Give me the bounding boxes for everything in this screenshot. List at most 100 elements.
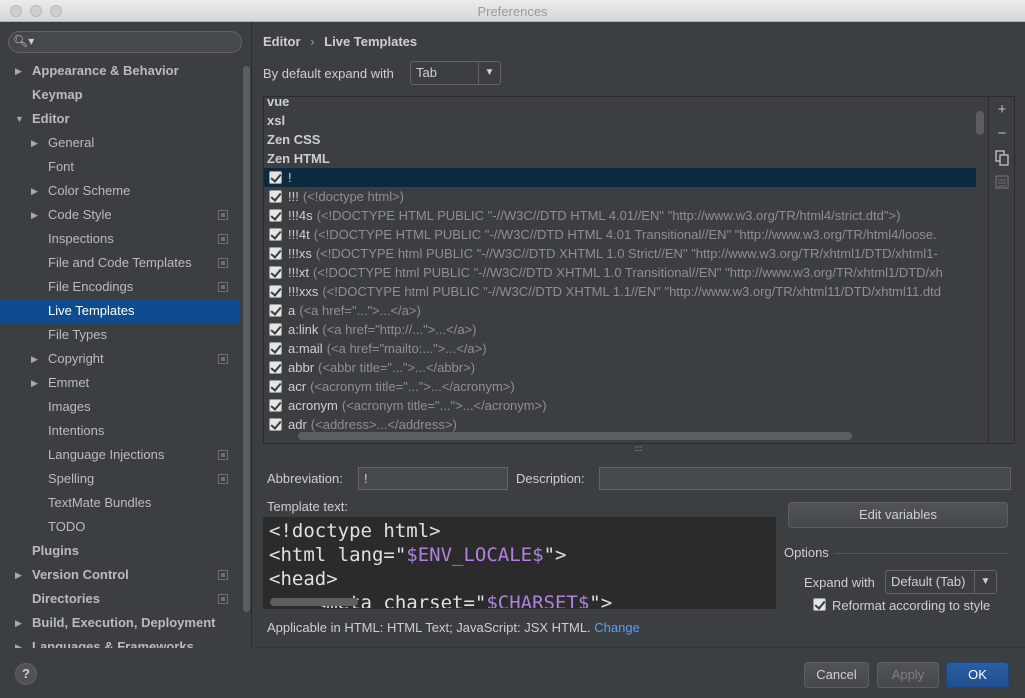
template-description: (<!DOCTYPE HTML PUBLIC "-//W3C//DTD HTML… [316,208,901,223]
template-enabled-checkbox[interactable] [269,399,282,412]
sidebar-item-version-control[interactable]: ▶ Version Control [0,563,240,587]
splitter-handle[interactable]: :::::: [630,444,646,453]
chevron-right-icon[interactable]: ▶ [15,59,22,83]
help-button[interactable]: ? [15,663,37,685]
chevron-right-icon[interactable]: ▶ [31,179,38,203]
cancel-button[interactable]: Cancel [804,662,869,688]
sidebar-item-inspections[interactable]: Inspections [0,227,240,251]
remove-template-button[interactable]: − [993,125,1011,143]
restore-defaults-button[interactable] [993,175,1011,193]
live-templates-list[interactable]: vue xsl Zen CSS Zen HTML!!!! (<!doctype html… [263,96,989,444]
template-code-text: "> [589,592,613,609]
sidebar-item-todo[interactable]: TODO [0,515,240,539]
template-row[interactable]: !!!xxs (<!DOCTYPE html PUBLIC "-//W3C//DT… [264,282,976,301]
abbreviation-label: Abbreviation: [267,471,343,486]
abbreviation-input[interactable]: ! [358,467,508,490]
template-enabled-checkbox[interactable] [269,228,282,241]
template-enabled-checkbox[interactable] [269,361,282,374]
chevron-right-icon[interactable]: ▶ [31,203,38,227]
template-variable: $CHARSET$ [486,592,590,609]
template-row[interactable]: !!!4s (<!DOCTYPE HTML PUBLIC "-//W3C//DTD… [264,206,976,225]
sidebar-item-spelling[interactable]: Spelling [0,467,240,491]
sidebar-item-file-types[interactable]: File Types [0,323,240,347]
template-row[interactable]: !!!4t (<!DOCTYPE HTML PUBLIC "-//W3C//DTD… [264,225,976,244]
expand-with-select[interactable]: Default (Tab) ▼ [885,570,997,594]
template-enabled-checkbox[interactable] [269,209,282,222]
template-group[interactable]: vue [264,97,976,111]
template-group[interactable]: xsl [264,111,976,130]
sidebar-item-copyright[interactable]: ▶ Copyright [0,347,240,371]
change-context-link[interactable]: Change [594,620,640,635]
breadcrumb-parent[interactable]: Editor [263,34,301,49]
template-group[interactable]: Zen CSS [264,130,976,149]
sidebar-item-images[interactable]: Images [0,395,240,419]
chevron-right-icon[interactable]: ▶ [15,563,22,587]
edit-variables-button[interactable]: Edit variables [788,502,1008,528]
template-row[interactable]: a:link (<a href="http://...">...</a>) [264,320,976,339]
sidebar-scrollbar[interactable] [242,62,250,612]
sidebar-item-directories[interactable]: Directories [0,587,240,611]
template-abbreviation: !!!xxs [288,284,319,299]
template-enabled-checkbox[interactable] [269,342,282,355]
template-enabled-checkbox[interactable] [269,247,282,260]
sidebar-item-color-scheme[interactable]: ▶ Color Scheme [0,179,240,203]
sidebar-item-plugins[interactable]: Plugins [0,539,240,563]
template-row[interactable]: !!!xs (<!DOCTYPE html PUBLIC "-//W3C//DTD… [264,244,976,263]
sidebar-item-editor[interactable]: ▼ Editor [0,107,240,131]
sidebar-item-build-execution-deployment[interactable]: ▶ Build, Execution, Deployment [0,611,240,635]
template-row[interactable]: a:mail (<a href="mailto:...">...</a>) [264,339,976,358]
add-template-button[interactable]: + [993,101,1011,119]
template-row[interactable]: abbr (<abbr title="...">...</abbr>) [264,358,976,377]
sidebar-item-file-encodings[interactable]: File Encodings [0,275,240,299]
project-scope-icon [218,234,228,244]
copy-template-button[interactable] [993,150,1011,168]
sidebar-item-languages-frameworks[interactable]: ▶ Languages & Frameworks [0,635,240,648]
sidebar-item-keymap[interactable]: Keymap [0,83,240,107]
ok-button[interactable]: OK [946,662,1009,688]
apply-button[interactable]: Apply [877,662,939,688]
template-text-editor[interactable]: <meta charset="$CHARSET$"> <head> <html la… [263,517,776,609]
template-row[interactable]: !!!xt (<!DOCTYPE html PUBLIC "-//W3C//DTD… [264,263,976,282]
sidebar-scrollbar-thumb[interactable] [243,66,250,612]
reformat-checkbox[interactable] [813,598,826,611]
template-enabled-checkbox[interactable] [269,171,282,184]
template-enabled-checkbox[interactable] [269,285,282,298]
settings-search-input[interactable]: 🔍︎▾ [8,31,242,53]
template-enabled-checkbox[interactable] [269,380,282,393]
sidebar-item-language-injections[interactable]: Language Injections [0,443,240,467]
sidebar-item-label: Version Control [32,567,129,582]
chevron-right-icon[interactable]: ▶ [15,611,22,635]
chevron-right-icon[interactable]: ▶ [15,635,22,648]
template-code-line: <!doctype html> [269,520,441,542]
chevron-down-icon[interactable]: ▼ [15,107,24,131]
template-row[interactable]: acronym (<acronym title="...">...</acrony… [264,396,976,415]
list-vertical-scrollbar[interactable] [976,111,984,135]
sidebar-item-general[interactable]: ▶ General [0,131,240,155]
sidebar-item-font[interactable]: Font [0,155,240,179]
sidebar-item-live-templates[interactable]: Live Templates [0,299,240,323]
template-description: (<!doctype html>) [302,189,404,204]
template-enabled-checkbox[interactable] [269,304,282,317]
editor-horizontal-scrollbar[interactable] [270,598,358,606]
description-input[interactable] [599,467,1011,490]
sidebar-item-code-style[interactable]: ▶ Code Style [0,203,240,227]
sidebar-item-intentions[interactable]: Intentions [0,419,240,443]
template-enabled-checkbox[interactable] [269,266,282,279]
template-enabled-checkbox[interactable] [269,323,282,336]
chevron-right-icon[interactable]: ▶ [31,371,38,395]
default-expand-select[interactable]: Tab ▼ [410,61,501,85]
sidebar-item-textmate-bundles[interactable]: TextMate Bundles [0,491,240,515]
template-row[interactable]: ! [264,168,976,187]
template-enabled-checkbox[interactable] [269,190,282,203]
template-row[interactable]: acr (<acronym title="...">...</acronym>) [264,377,976,396]
chevron-right-icon[interactable]: ▶ [31,347,38,371]
template-enabled-checkbox[interactable] [269,418,282,431]
template-group[interactable]: Zen HTML [264,149,976,168]
list-horizontal-scrollbar[interactable] [298,432,852,440]
sidebar-item-file-and-code-templates[interactable]: File and Code Templates [0,251,240,275]
sidebar-item-appearance-behavior[interactable]: ▶ Appearance & Behavior [0,59,240,83]
chevron-right-icon[interactable]: ▶ [31,131,38,155]
sidebar-item-emmet[interactable]: ▶ Emmet [0,371,240,395]
template-row[interactable]: a (<a href="...">...</a>) [264,301,976,320]
template-row[interactable]: !!! (<!doctype html>) [264,187,976,206]
